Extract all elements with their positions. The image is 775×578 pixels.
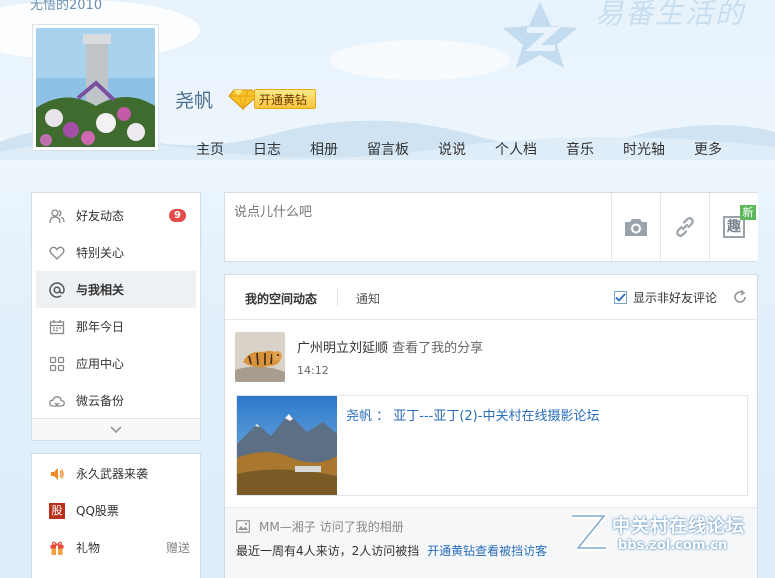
cloud-icon: [48, 392, 66, 410]
space-header: 易番生活的 无悟的2010 尧帆 开通黄钻 主页 日志 相册 留言板 说说 个人…: [0, 0, 775, 160]
sidebar-item-label: 好友动态: [76, 209, 125, 223]
refresh-icon[interactable]: [733, 290, 747, 304]
apps-icon: [48, 355, 66, 373]
sidebar-apps: 永久武器来袭 股 QQ股票 礼物 赠送: [31, 453, 201, 578]
sidebar-item-label: 应用中心: [76, 357, 125, 371]
zol-watermark: 中关村在线论坛 bbs.zol.com.cn: [566, 510, 766, 556]
visitor-line: MM—湘子 访问了我的相册: [236, 518, 404, 535]
upload-photo-button[interactable]: [611, 193, 660, 261]
cloud-decoration: [330, 40, 510, 80]
sidebar-item-friend-feeds[interactable]: 好友动态 9: [32, 197, 200, 234]
sidebar-expand-button[interactable]: [32, 418, 200, 440]
camera-icon: [625, 219, 647, 236]
sidebar-app-label: 礼物: [76, 541, 101, 555]
visitor-name[interactable]: MM—湘子: [259, 518, 316, 535]
friends-icon: [48, 207, 66, 225]
avatar-image: [36, 28, 155, 147]
sidebar-app-game[interactable]: 永久武器来袭: [32, 455, 200, 492]
check-icon: [615, 293, 626, 302]
sidebar-app-qq-stock[interactable]: 股 QQ股票: [32, 492, 200, 529]
nav-shuoshuo[interactable]: 说说: [438, 139, 466, 159]
sidebar-item-related-to-me[interactable]: 与我相关: [36, 271, 196, 308]
nav-message-board[interactable]: 留言板: [367, 139, 409, 159]
username: 尧帆: [175, 90, 214, 112]
weekly-visits-summary: 最近一周有4人来访，2人访问被挡: [236, 544, 420, 558]
photo-icon: [236, 520, 250, 533]
show-non-friend-comments-toggle[interactable]: 显示非好友评论: [614, 289, 717, 306]
sidebar-menu: 好友动态 9 特别关心 与我相关 那年今日 应用中心 微云备份: [31, 192, 201, 441]
tab-notifications[interactable]: 通知: [356, 290, 380, 307]
sidebar-item-app-center[interactable]: 应用中心: [32, 345, 200, 382]
zol-logo-icon: [572, 513, 607, 551]
at-icon: [48, 281, 66, 299]
nav-music[interactable]: 音乐: [566, 139, 594, 159]
feed-timestamp: 14:12: [297, 364, 329, 377]
nav-timeline[interactable]: 时光轴: [623, 139, 665, 159]
game-icon: [48, 465, 66, 483]
watermark-title: 中关村在线论坛: [612, 516, 745, 537]
calendar-icon: [48, 318, 66, 336]
notification-count-badge: 9: [169, 209, 186, 222]
sidebar-item-label: 那年今日: [76, 320, 125, 334]
nav-home[interactable]: 主页: [196, 139, 224, 159]
share-thumbnail: [237, 396, 337, 495]
status-composer: 趣 新: [224, 192, 758, 262]
open-vip-view-blocked-link[interactable]: 开通黄钻查看被挡访客: [427, 544, 547, 558]
feed-user-avatar[interactable]: [235, 332, 285, 382]
nav-profile[interactable]: 个人档: [495, 139, 537, 159]
sidebar-app-gift[interactable]: 礼物 赠送: [32, 529, 200, 566]
sidebar-app-label: 永久武器来袭: [76, 467, 149, 481]
chevron-down-icon: [110, 425, 122, 433]
tiger-avatar-image: [235, 332, 285, 382]
share-link-button[interactable]: [660, 193, 709, 261]
sidebar-app-label: QQ股票: [76, 504, 119, 518]
sidebar-item-label: 特别关心: [76, 246, 125, 260]
vip-open-label: 开通黄钻: [254, 89, 317, 109]
sidebar-item-special-care[interactable]: 特别关心: [32, 234, 200, 271]
feed-item-headline: 广州明立刘延顺 查看了我的分享: [297, 337, 483, 356]
vip-open-button[interactable]: 开通黄钻: [228, 87, 317, 111]
sidebar-item-weiyun-backup[interactable]: 微云备份: [32, 382, 200, 419]
feed-user-link[interactable]: 广州明立刘延顺: [297, 341, 388, 356]
checkbox-label: 显示非好友评论: [633, 291, 718, 305]
slogan-decoration: 易番生活的: [595, 0, 746, 30]
weekly-visits-line: 最近一周有4人来访，2人访问被挡 开通黄钻查看被挡访客: [236, 542, 547, 559]
stock-icon-glyph: 股: [49, 502, 65, 519]
avatar[interactable]: [32, 24, 159, 151]
sidebar-item-label: 微云备份: [76, 394, 125, 408]
gift-icon: [48, 539, 66, 557]
link-icon: [676, 217, 694, 237]
feed-tabs: 我的空间动态 通知 显示非好友评论: [225, 275, 757, 320]
new-badge: 新: [740, 205, 756, 220]
qzone-star-logo: [503, 2, 577, 68]
sidebar-item-on-this-day[interactable]: 那年今日: [32, 308, 200, 345]
stock-icon: 股: [48, 502, 66, 520]
tab-my-space-feeds[interactable]: 我的空间动态: [245, 290, 317, 307]
tab-divider: [337, 289, 338, 306]
shared-link-card[interactable]: 尧帆 ： 亚丁---亚丁(2)-中关村在线摄影论坛: [236, 395, 748, 496]
share-link-title[interactable]: 尧帆 ： 亚丁---亚丁(2)-中关村在线摄影论坛: [346, 405, 599, 424]
visitor-action: 访问了我的相册: [319, 520, 404, 534]
checkbox[interactable]: [614, 291, 627, 304]
nav-album[interactable]: 相册: [310, 139, 338, 159]
sidebar-item-label: 与我相关: [76, 283, 125, 297]
send-gift-link[interactable]: 赠送: [166, 539, 190, 556]
heart-icon: [48, 244, 66, 262]
nav-more[interactable]: 更多: [694, 139, 722, 159]
status-input[interactable]: [225, 193, 611, 261]
mountain-landscape-image: [237, 396, 337, 495]
fun-feature-button[interactable]: 趣 新: [709, 193, 758, 261]
watermark-url: bbs.zol.com.cn: [618, 538, 728, 553]
space-title: 无悟的2010: [30, 0, 103, 13]
nav-blog[interactable]: 日志: [253, 139, 281, 159]
feed-action-text: 查看了我的分享: [392, 341, 484, 356]
main-nav: 主页 日志 相册 留言板 说说 个人档 音乐 时光轴 更多: [196, 139, 751, 159]
